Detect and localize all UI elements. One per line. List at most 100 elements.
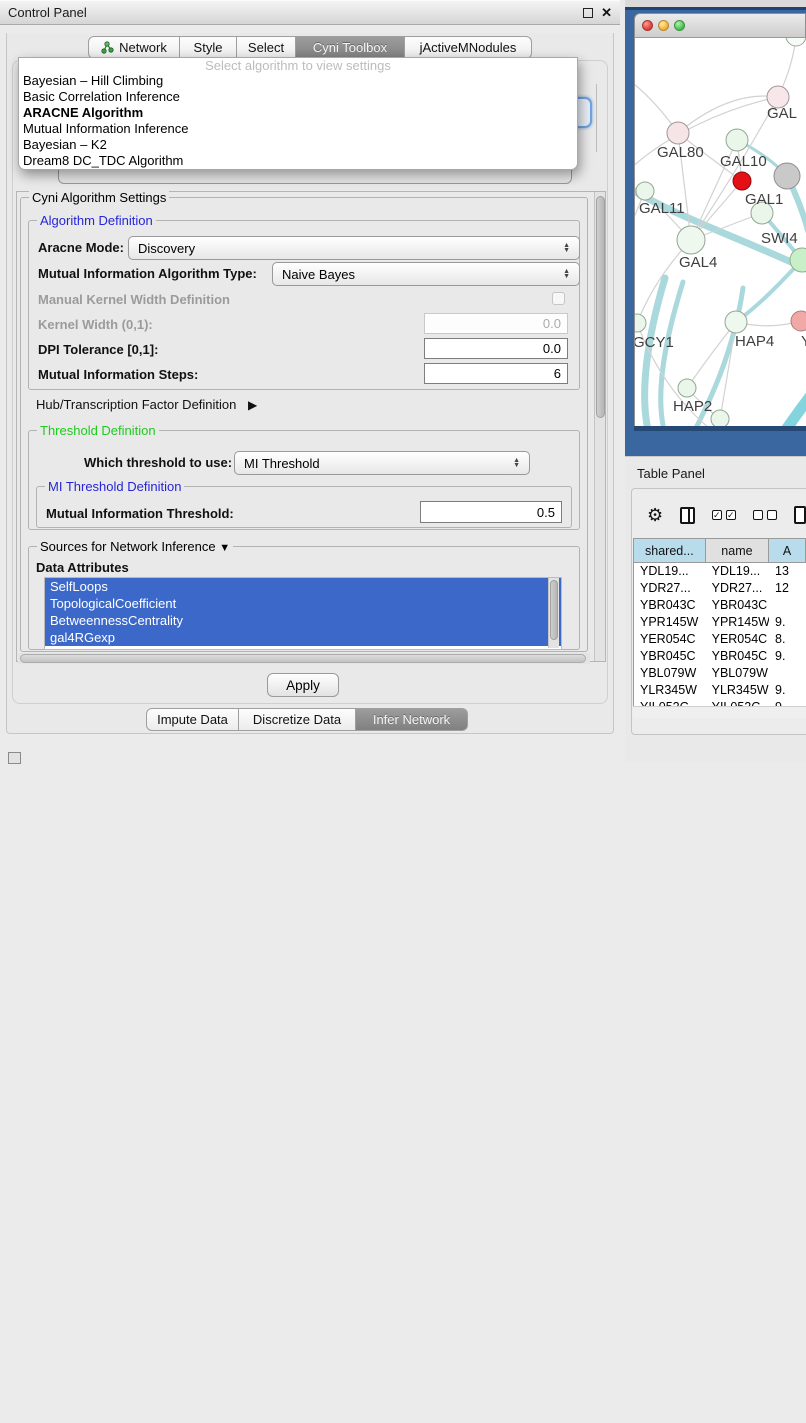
column-header-A[interactable]: A [769,539,806,562]
attr-list-scrollbar[interactable] [548,578,559,648]
collapse-down-icon[interactable]: ▼ [219,542,230,554]
network-node-gal11[interactable] [636,182,654,200]
settings-vertical-scrollbar[interactable] [594,192,605,661]
tab-network[interactable]: Network [88,36,180,59]
mi-steps-value: 6 [554,366,561,381]
table-cell: 9. [769,648,806,665]
table-row[interactable]: YER054CYER054C8. [634,631,806,648]
tab-discretize-data[interactable]: Discretize Data [239,708,356,731]
network-node[interactable] [733,172,751,190]
network-node-hap2[interactable] [678,379,696,397]
attr-list-scrollbar-thumb[interactable] [550,580,558,640]
table-row[interactable]: YLR345WYLR345W9. [634,682,806,699]
tab-infer-network[interactable]: Infer Network [356,708,468,731]
settings-horizontal-scrollbar[interactable] [18,653,590,664]
tab-jactivemnodules[interactable]: jActiveMNodules [405,36,532,59]
attribute-list-item[interactable]: SelfLoops [45,578,561,595]
algorithm-dropdown-popup: Select algorithm to view settings Bayesi… [18,57,578,170]
control-panel-tabs: NetworkStyleSelect Cyni Toolbox jActiveMNo… [88,36,532,59]
sources-title-text: Sources for Network Inference [40,539,216,554]
gear-icon[interactable]: ⚙ [647,506,663,524]
settings-vertical-scrollbar-thumb[interactable] [596,196,605,418]
docked-window-icon[interactable] [8,752,21,764]
network-node-gcy1[interactable] [635,314,646,332]
table-row[interactable]: YBL079WYBL079W [634,665,806,682]
network-edge[interactable] [736,260,802,322]
unchecked-checkbox-icon [767,510,777,520]
window-close-icon[interactable] [642,20,653,31]
network-node-gal4[interactable] [677,226,705,254]
table-panel-title: Table Panel [637,466,705,481]
attribute-list-item[interactable]: BetweennessCentrality [45,612,561,629]
hub-definition-toggle[interactable]: Hub/Transcription Factor Definition ▶ [36,397,257,412]
algorithm-dropdown-prompt: Select algorithm to view settings [19,58,577,73]
attribute-list-item[interactable]: TopologicalCoefficient [45,595,561,612]
network-window-titlebar[interactable] [634,13,806,38]
mi-algorithm-type-combobox[interactable]: Naive Bayes ▲▼ [272,262,580,286]
which-threshold-combobox[interactable]: MI Threshold ▲▼ [234,451,530,475]
aracne-mode-combobox[interactable]: Discovery ▲▼ [128,236,580,260]
network-canvas[interactable]: GALGAL80GAL10GAL1GAL11GAL4SWI4GCY1HAP4YH… [634,38,806,426]
table-row[interactable]: YBR045CYBR045C9. [634,648,806,665]
network-node-label: SWI4 [761,230,798,247]
data-attributes-list[interactable]: SelfLoopsTopologicalCoefficientBetweenne… [44,577,562,650]
document-icon[interactable] [794,506,806,524]
kernel-width-field[interactable]: 0.0 [424,313,568,334]
table-horizontal-scrollbar[interactable] [633,706,806,718]
dpi-tolerance-field[interactable]: 0.0 [424,338,568,359]
algorithm-option[interactable]: ARACNE Algorithm [19,105,577,121]
table-cell: YDL19... [634,563,706,580]
table-cell: YER054C [706,631,769,648]
network-node[interactable] [786,38,806,46]
attribute-list-item[interactable]: gal4RGexp [45,629,561,646]
table-row[interactable]: YDR27...YDR27...12 [634,580,806,597]
mi-threshold-field[interactable]: 0.5 [420,501,562,523]
window-zoom-icon[interactable] [674,20,685,31]
network-node-gal80[interactable] [667,122,689,144]
network-node-hap4[interactable] [725,311,747,333]
network-node-gal10[interactable] [726,129,748,151]
table-cell: YDR27... [706,580,769,597]
tab-style[interactable]: Style [180,36,237,59]
mi-steps-field[interactable]: 6 [424,363,568,384]
table-cell: YBR045C [706,648,769,665]
tab-cyni-toolbox[interactable]: Cyni Toolbox [296,36,405,59]
window-minimize-icon[interactable] [658,20,669,31]
network-node-label: GAL11 [639,200,685,217]
table-row[interactable]: YBR043CYBR043C [634,597,806,614]
algorithm-option[interactable]: Basic Correlation Inference [19,89,577,105]
table-row[interactable]: YDL19...YDL19...13 [634,563,806,580]
tab-impute-data[interactable]: Impute Data [146,708,239,731]
column-header-name[interactable]: name [706,539,769,562]
network-node-y[interactable] [791,311,806,331]
network-node[interactable] [711,410,729,426]
apply-button[interactable]: Apply [267,673,339,697]
manual-kernel-width-checkbox[interactable] [552,292,565,305]
network-edge[interactable] [783,370,806,426]
control-panel-title: Control Panel [8,5,87,20]
algorithm-option[interactable]: Bayesian – K2 [19,137,577,153]
tab-select[interactable]: Select [237,36,296,59]
settings-horizontal-scrollbar-thumb[interactable] [20,654,586,663]
table-cell: YPR145W [634,614,706,631]
groupbox-edge [596,84,597,152]
cyni-algorithm-settings-title: Cyni Algorithm Settings [29,190,169,205]
close-icon[interactable]: ✕ [601,8,612,18]
node-table: shared...nameA YDL19...YDL19...13YDR27..… [633,538,806,718]
tab-label: Cyni Toolbox [313,40,387,55]
network-node[interactable] [774,163,800,189]
table-cell: YLR345W [706,682,769,699]
select-all-columns-icon[interactable]: ✓ ✓ [712,510,736,520]
table-cell: YBL079W [634,665,706,682]
split-columns-icon[interactable] [680,507,695,524]
algorithm-option[interactable]: Mutual Information Inference [19,121,577,137]
expand-right-icon[interactable]: ▶ [248,398,257,412]
deselect-all-columns-icon[interactable] [753,510,777,520]
aracne-mode-value: Discovery [138,241,195,256]
algorithm-option[interactable]: Bayesian – Hill Climbing [19,73,577,89]
float-window-icon[interactable] [583,8,593,18]
table-row[interactable]: YPR145WYPR145W9. [634,614,806,631]
which-threshold-value: MI Threshold [244,456,320,471]
algorithm-option[interactable]: Dream8 DC_TDC Algorithm [19,153,577,169]
column-header-shared...[interactable]: shared... [634,539,706,562]
